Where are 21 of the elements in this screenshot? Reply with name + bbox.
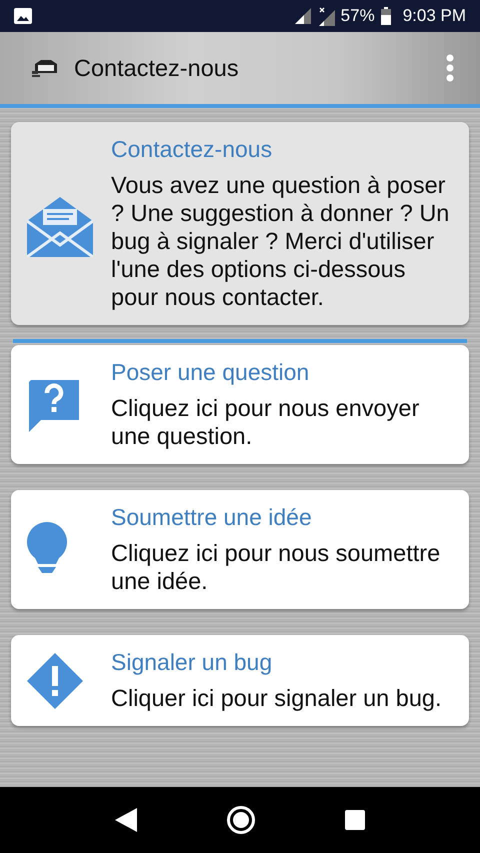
option-description: Cliquez ici pour nous envoyer une question. (111, 394, 420, 450)
signal-icon (294, 8, 311, 24)
intro-text: Vous avez une question à poser ? Une suggestion à donner ? Un bug à signaler ? Merci d'utiliser l'une des options ci-dessous pour nous contacter. (111, 171, 450, 311)
option-title: Soumettre une idée (111, 504, 313, 531)
battery-percentage: 57% (340, 6, 375, 26)
battery-icon (380, 7, 391, 25)
no-signal-icon (316, 6, 335, 26)
screen-title: Contactez-nous (74, 54, 239, 82)
image-icon (14, 8, 32, 24)
contact-option-card[interactable]: Poser une question Cliquez ici pour nous envoyer une question. (11, 345, 469, 464)
option-title: Poser une question (111, 359, 310, 386)
more-icon (446, 54, 454, 82)
option-description: Cliquez ici pour nous soumettre une idée. (111, 539, 442, 595)
contact-option-card[interactable]: Signaler un bug Cliquer ici pour signaler un bug. (11, 635, 469, 726)
question-bubble-icon (27, 378, 81, 432)
intro-title: Contactez-nous (111, 136, 274, 163)
option-title: Signaler un bug (111, 649, 274, 676)
option-description: Cliquer ici pour signaler un bug. (111, 684, 442, 712)
clock-time: 9:03 PM (402, 6, 466, 26)
contact-option-card[interactable]: Soumettre une idée Cliquez ici pour nous soumettre une idée. (11, 490, 469, 609)
warning-diamond-icon (27, 652, 83, 708)
